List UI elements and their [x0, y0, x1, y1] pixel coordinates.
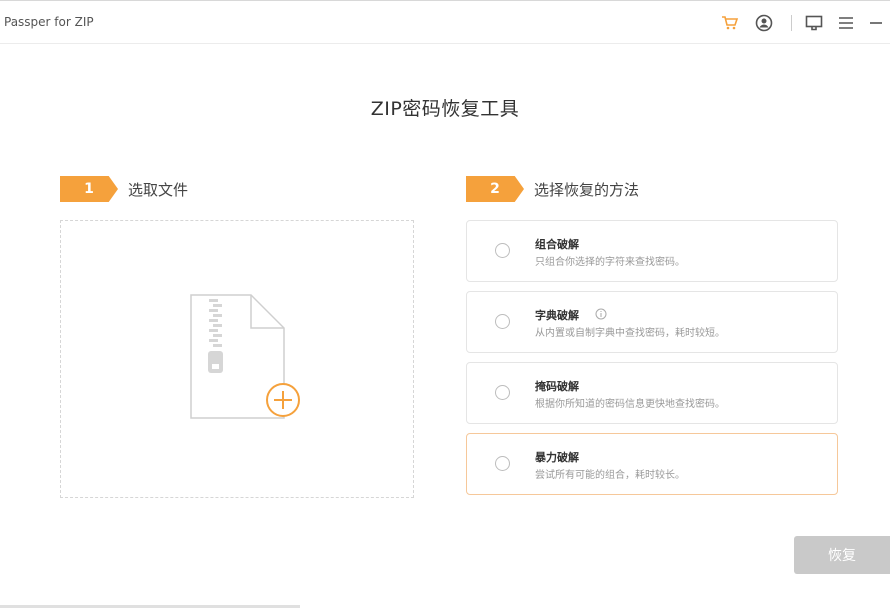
method-name: 组合破解: [535, 238, 579, 251]
radio-button[interactable]: [495, 456, 510, 471]
step-1-badge: 1: [60, 176, 118, 202]
method-name: 暴力破解: [535, 451, 579, 464]
step-1-label: 选取文件: [128, 181, 189, 199]
file-drop-zone[interactable]: [60, 220, 414, 498]
radio-button[interactable]: [495, 243, 510, 258]
method-description: 根据你所知道的密码信息更快地查找密码。: [535, 399, 725, 410]
user-account-icon[interactable]: [754, 13, 774, 33]
method-name: 字典破解: [535, 309, 579, 322]
toolbar-divider: [791, 15, 792, 31]
title-bar: Passper for ZIP: [0, 0, 890, 44]
radio-button[interactable]: [495, 314, 510, 329]
cart-icon[interactable]: [720, 13, 740, 33]
menu-icon[interactable]: [836, 13, 856, 33]
method-description: 只组合你选择的字符来查找密码。: [535, 257, 685, 268]
method-description: 从内置或自制字典中查找密码，耗时较短。: [535, 328, 725, 339]
method-description: 尝试所有可能的组合，耗时较长。: [535, 470, 685, 481]
minimize-icon[interactable]: [866, 13, 886, 33]
method-name: 掩码破解: [535, 380, 579, 393]
method-option-dictionary[interactable]: 字典破解 从内置或自制字典中查找密码，耗时较短。: [466, 291, 838, 353]
method-option-mask[interactable]: 掩码破解 根据你所知道的密码信息更快地查找密码。: [466, 362, 838, 424]
radio-button[interactable]: [495, 385, 510, 400]
step-2-label: 选择恢复的方法: [534, 181, 640, 199]
step-2-badge: 2: [466, 176, 524, 202]
zip-file-add-icon[interactable]: [189, 293, 304, 427]
page-title: ZIP密码恢复工具: [370, 98, 520, 120]
method-option-combination[interactable]: 组合破解 只组合你选择的字符来查找密码。: [466, 220, 838, 282]
app-title: Passper for ZIP: [4, 15, 94, 29]
bottom-scrollbar: [0, 605, 300, 608]
feedback-icon[interactable]: [804, 13, 824, 33]
method-option-brute-force[interactable]: 暴力破解 尝试所有可能的组合，耗时较长。: [466, 433, 838, 495]
info-icon[interactable]: [595, 305, 607, 320]
recover-button[interactable]: 恢复: [794, 536, 890, 574]
